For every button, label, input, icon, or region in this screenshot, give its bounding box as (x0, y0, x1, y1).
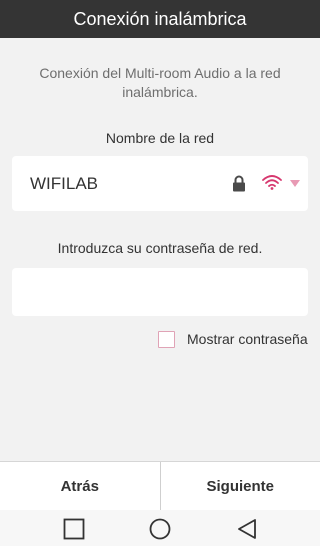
wifi-icon (262, 175, 282, 190)
back-button[interactable]: Atrás (0, 462, 160, 510)
show-password-toggle[interactable]: Mostrar contraseña (158, 329, 308, 349)
page-description: Conexión del Multi-room Audio a la red i… (39, 65, 281, 100)
password-input[interactable] (12, 268, 308, 316)
network-name-value: WIFILAB (30, 173, 99, 193)
dropdown-arrow-icon[interactable] (290, 180, 300, 187)
lock-icon (233, 175, 245, 192)
home-icon[interactable] (149, 518, 171, 540)
network-selector[interactable]: WIFILAB (12, 156, 308, 211)
show-password-checkbox[interactable] (158, 330, 175, 348)
back-icon[interactable] (236, 518, 258, 540)
network-name-label: Nombre de la red (105, 130, 215, 146)
show-password-label: Mostrar contraseña (187, 331, 308, 347)
page-title-bar: Conexión inalámbrica (0, 0, 320, 38)
footer-actions: Atrás Siguiente (0, 461, 320, 510)
recent-apps-icon[interactable] (63, 518, 85, 540)
page-title: Conexión inalámbrica (73, 8, 247, 29)
system-navigation-bar (0, 510, 320, 546)
next-button[interactable]: Siguiente (161, 462, 320, 510)
password-label: Introduzca su contraseña de red. (57, 240, 263, 256)
